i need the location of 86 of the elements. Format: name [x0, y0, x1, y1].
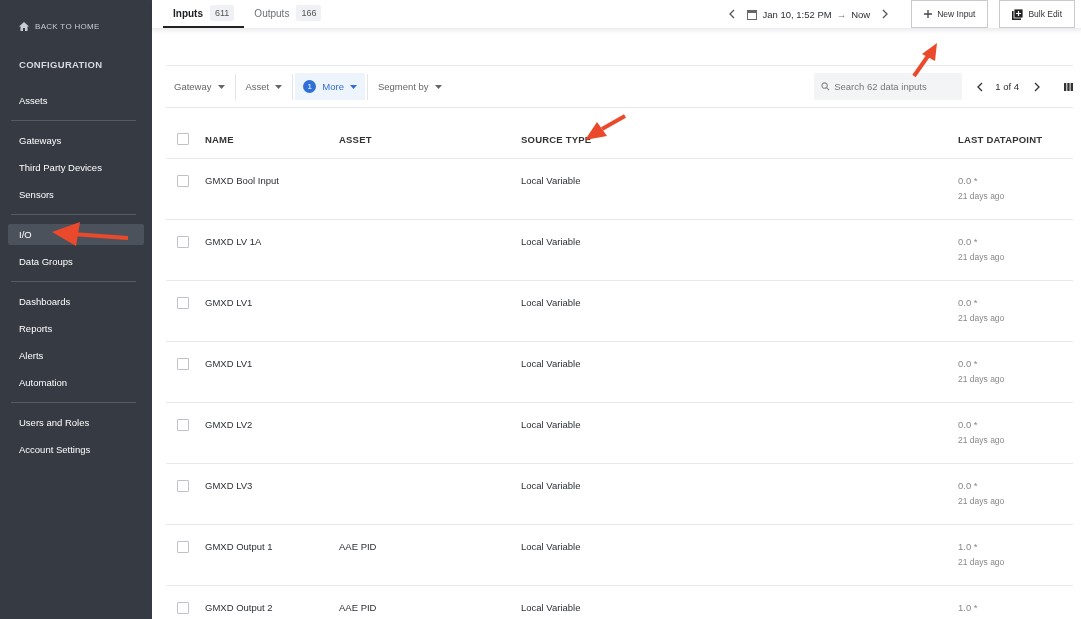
sidebar-item[interactable]: Third Party Devices [8, 157, 144, 178]
sidebar-item[interactable]: Automation [8, 372, 144, 393]
sidebar-item[interactable]: Sensors [8, 184, 144, 205]
datapoint-age: 21 days ago [958, 252, 1006, 262]
sidebar-item[interactable]: Alerts [8, 345, 144, 366]
table-cell: Local Variable [521, 480, 581, 491]
table-cell: GMXD LV3 [205, 480, 253, 491]
page-indicator: 1 of 4 [995, 81, 1019, 92]
datapoint-age: 21 days ago [958, 557, 1006, 567]
table-cell: Local Variable [521, 602, 581, 613]
datapoint-value: 1.0 * [958, 541, 979, 552]
count-badge: 611 [210, 5, 235, 21]
table-cell: GMXD LV2 [205, 419, 253, 430]
datapoint-age: 21 days ago [958, 191, 1006, 201]
count-badge: 1 [303, 80, 317, 93]
filter-dropdown[interactable]: Asset [237, 73, 291, 100]
row-checkbox[interactable] [177, 419, 189, 431]
columns-icon[interactable] [1064, 82, 1073, 91]
sidebar-item[interactable]: Reports [8, 318, 144, 339]
table-cell: Local Variable [521, 236, 581, 247]
new-input-button[interactable]: New Input [911, 0, 989, 28]
chevron-right-icon[interactable] [1034, 81, 1040, 92]
table-cell: GMXD LV1 [205, 297, 253, 308]
row-checkbox[interactable] [177, 480, 189, 492]
search-field[interactable]: Search 62 data inputs [814, 73, 963, 100]
table-cell: GMXD LV1 [205, 358, 253, 369]
table-cell: Local Variable [521, 419, 581, 430]
datapoint-value: 0.0 * [958, 175, 979, 186]
row-checkbox[interactable] [177, 358, 189, 370]
datapoint-age: 21 days ago [958, 374, 1006, 384]
datapoint-value: 1.0 * [958, 602, 979, 613]
tab[interactable]: Outputs 166 [244, 0, 332, 28]
sidebar-item[interactable]: Account Settings [8, 439, 144, 460]
column-header: LAST DATAPOINT [958, 133, 1043, 145]
caret-icon [275, 84, 283, 89]
back-to-home-link[interactable]: BACK TO HOME [19, 20, 144, 32]
chevron-left-icon[interactable] [729, 9, 736, 19]
datapoint-value: 0.0 * [958, 358, 979, 369]
filter-dropdown[interactable]: Gateway [166, 73, 233, 100]
row-checkbox[interactable] [177, 175, 189, 187]
table-cell: Local Variable [521, 358, 581, 369]
datapoint-value: 0.0 * [958, 419, 979, 430]
table-cell: Local Variable [521, 175, 581, 186]
chevron-left-icon[interactable] [977, 81, 984, 92]
section-heading: CONFIGURATION [19, 59, 104, 72]
chevron-right-icon[interactable] [882, 9, 889, 19]
column-header: ASSET [339, 133, 372, 145]
datapoint-age: 21 days ago [958, 435, 1006, 445]
row-checkbox[interactable] [177, 297, 189, 309]
table-cell: AAE PID [339, 602, 377, 613]
sidebar-item[interactable]: Assets [8, 90, 144, 111]
bulk-edit-button[interactable]: Bulk Edit [999, 0, 1075, 28]
sidebar-item[interactable]: Gateways [8, 130, 144, 151]
datapoint-age: 21 days ago [958, 496, 1006, 506]
sidebar-item[interactable]: Dashboards [8, 291, 144, 312]
time-range-picker[interactable]: Jan 10, 1:52 PM → Now [747, 8, 871, 20]
select-all-checkbox[interactable] [177, 133, 189, 145]
row-checkbox[interactable] [177, 602, 189, 614]
count-badge: 166 [296, 5, 322, 21]
sidebar-item[interactable]: Users and Roles [8, 412, 144, 433]
tab[interactable]: Inputs 611 [163, 0, 245, 28]
table-cell: GMXD Bool Input [205, 175, 279, 186]
table-cell: Local Variable [521, 541, 581, 552]
calendar-icon [747, 8, 758, 20]
table-cell: GMXD Output 1 [205, 541, 273, 552]
row-checkbox[interactable] [177, 541, 189, 553]
table-cell: GMXD Output 2 [205, 602, 273, 613]
datapoint-value: 0.0 * [958, 236, 979, 247]
table-cell: GMXD LV 1A [205, 236, 262, 247]
table-cell: Local Variable [521, 297, 581, 308]
home-icon [19, 21, 29, 31]
caret-icon [434, 84, 442, 89]
column-header: NAME [205, 133, 234, 145]
caret-icon [349, 84, 357, 89]
annotation-arrow [912, 43, 937, 78]
caret-icon [217, 84, 225, 89]
row-checkbox[interactable] [177, 236, 189, 248]
plus-icon [924, 10, 933, 18]
filter-dropdown[interactable]: 1 More [295, 73, 365, 100]
datapoint-value: 0.0 * [958, 297, 979, 308]
stacked-squares-icon [1012, 8, 1024, 20]
filter-dropdown[interactable]: Segment by [369, 73, 450, 100]
datapoint-age: 21 days ago [958, 313, 1006, 323]
datapoint-value: 0.0 * [958, 480, 979, 491]
table-cell: AAE PID [339, 541, 377, 552]
sidebar-item[interactable]: Data Groups [8, 251, 144, 272]
